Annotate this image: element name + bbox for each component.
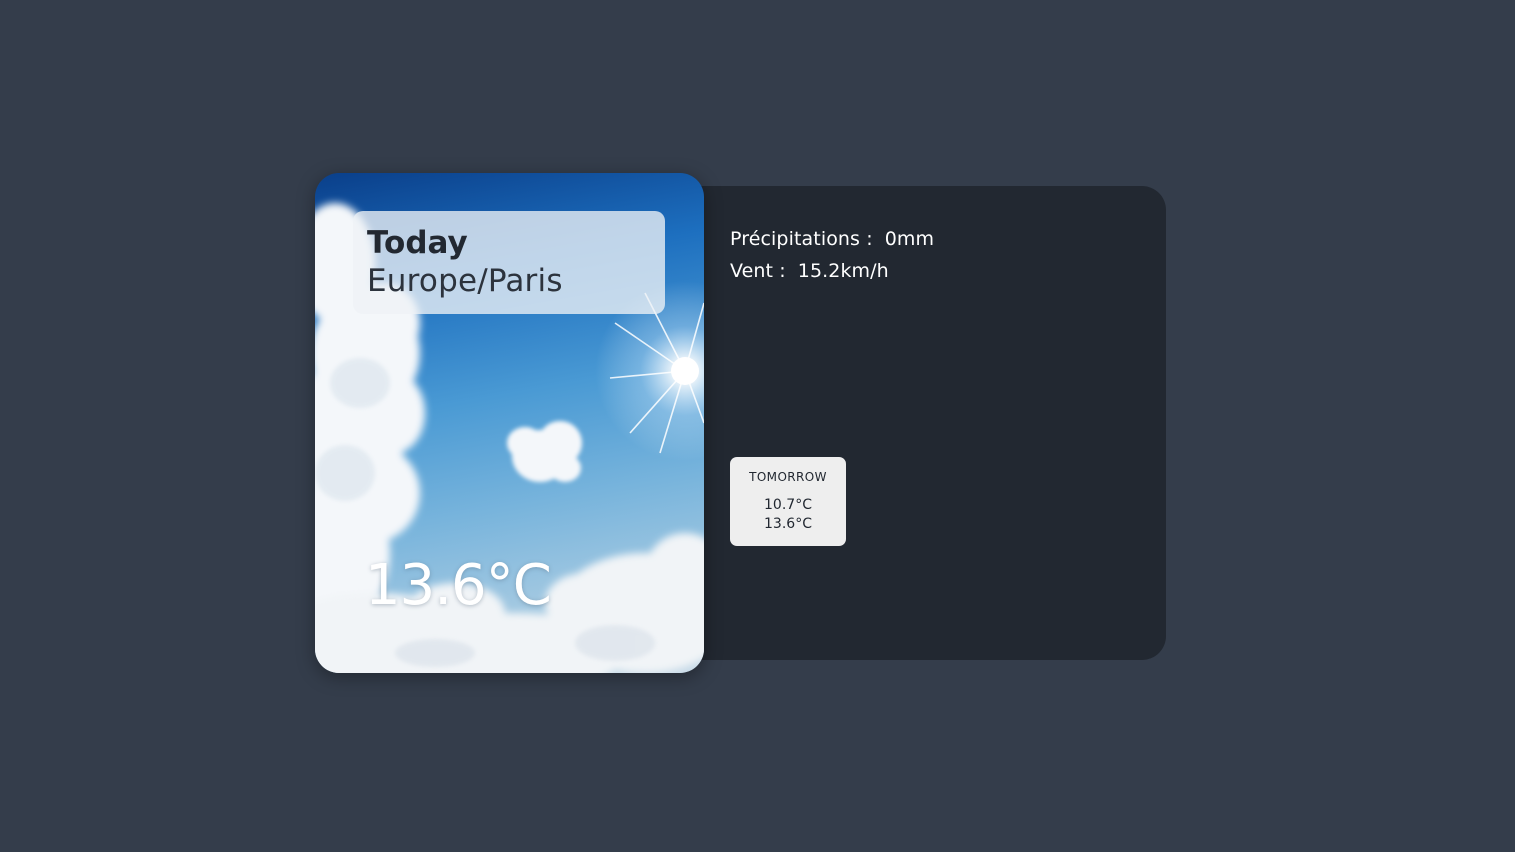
precipitation-label: Précipitations : <box>730 228 873 250</box>
weather-app: Précipitations : 0mm Vent : 15.2km/h TOMOR… <box>0 0 1515 852</box>
wind-value: 15.2km/h <box>797 260 889 282</box>
location-box: Today Europe/Paris <box>353 211 665 314</box>
forecast-card-tomorrow[interactable]: TOMORROW 10.7°C 13.6°C <box>730 457 846 546</box>
forecast-temp-min: 10.7°C <box>764 497 812 513</box>
wind-row: Vent : 15.2km/h <box>730 260 889 282</box>
wind-label: Vent : <box>730 260 786 282</box>
timezone-label: Europe/Paris <box>367 263 563 299</box>
forecast-temp-max: 13.6°C <box>764 516 812 532</box>
precipitation-value: 0mm <box>884 228 935 250</box>
precipitation-row: Précipitations : 0mm <box>730 228 934 250</box>
today-weather-card: Today Europe/Paris 13.6°C <box>315 173 704 673</box>
forecast-day: TOMORROW <box>749 470 827 484</box>
today-label: Today <box>367 225 468 261</box>
current-temperature: 13.6°C <box>365 553 552 618</box>
weather-details-panel: Précipitations : 0mm Vent : 15.2km/h TOMOR… <box>662 186 1166 660</box>
